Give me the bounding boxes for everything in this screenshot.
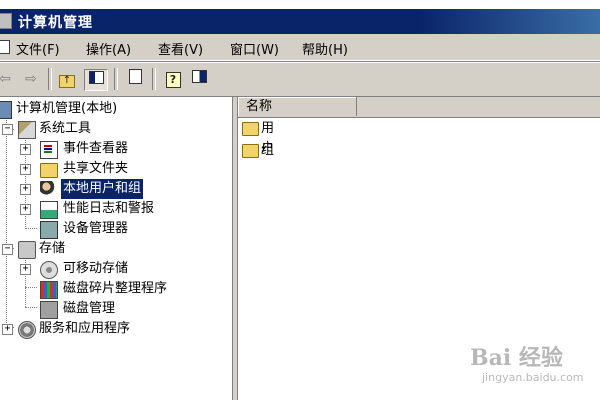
collapse-icon[interactable]: − (2, 124, 13, 135)
services-icon (18, 321, 36, 339)
tree-line (6, 109, 7, 327)
tree-line (25, 228, 37, 229)
shared-folder-icon (40, 163, 58, 178)
performance-icon (40, 201, 58, 219)
users-icon (40, 181, 56, 197)
title-bar: 计算机管理 (0, 0, 600, 34)
list-header: 名称 (238, 97, 600, 118)
tree-node-label: 共享文件夹 (63, 161, 129, 176)
folder-icon (242, 122, 259, 136)
system-menu-icon[interactable] (0, 40, 10, 54)
column-header-name[interactable]: 名称 (238, 97, 357, 116)
app-icon (0, 13, 12, 29)
tree-node-label: 本地用户和组 (61, 179, 144, 199)
window-title: 计算机管理 (18, 15, 93, 31)
menu-help[interactable]: 帮助(H) (302, 39, 348, 58)
tree-node-label: 服务和应用程序 (39, 321, 131, 336)
tree-node-label: 计算机管理(本地) (16, 101, 118, 116)
expand-icon[interactable]: + (20, 264, 31, 275)
toolbar: ⇦ ⇨ ↑ ? (0, 61, 600, 97)
toolbar-separator (48, 68, 52, 90)
tree-line (25, 287, 37, 288)
menu-file[interactable]: 文件(F) (16, 39, 60, 58)
expand-icon[interactable]: + (2, 324, 13, 335)
computer-icon (0, 101, 12, 119)
menu-action[interactable]: 操作(A) (86, 39, 131, 58)
menu-view[interactable]: 查看(V) (158, 39, 203, 58)
defrag-icon (40, 281, 58, 299)
tree-node-label: 性能日志和警报 (63, 201, 155, 216)
baidu-watermark: Bai 经验 (470, 345, 563, 371)
help-icon[interactable]: ? (162, 69, 184, 89)
properties-icon[interactable] (124, 69, 146, 89)
tree-node-label: 事件查看器 (63, 141, 129, 156)
collapse-icon[interactable]: − (2, 244, 13, 255)
expand-icon[interactable]: + (20, 144, 31, 155)
folder-icon (242, 144, 259, 158)
tree-node-label: 存储 (39, 241, 66, 256)
tree-line (25, 307, 37, 308)
up-icon[interactable]: ↑ (56, 69, 78, 89)
event-viewer-icon (40, 141, 58, 159)
removable-storage-icon (40, 261, 58, 279)
tree-node-label: 设备管理器 (63, 221, 129, 236)
tree-node-label: 磁盘碎片整理程序 (63, 281, 168, 296)
show-tree-icon[interactable] (84, 69, 108, 91)
panel-icon[interactable] (188, 69, 210, 89)
tree-node-label: 磁盘管理 (63, 301, 116, 316)
disk-management-icon (40, 301, 58, 319)
expand-icon[interactable]: + (20, 164, 31, 175)
tree-node-label: 可移动存储 (63, 261, 129, 276)
expand-icon[interactable]: + (20, 204, 31, 215)
menu-window[interactable]: 窗口(W) (230, 39, 279, 58)
toolbar-separator (152, 68, 156, 90)
system-tools-icon (18, 121, 36, 139)
storage-icon (18, 241, 36, 259)
tree-node-label: 系统工具 (39, 121, 92, 136)
forward-icon[interactable]: ⇨ (20, 69, 42, 89)
console-tree: 计算机管理(本地) − 系统工具 + 事件查看器 + 共享文件夹 + 本地用户和… (0, 97, 233, 400)
device-manager-icon (40, 221, 58, 239)
menu-bar: 文件(F) 操作(A) 查看(V) 窗口(W) 帮助(H) (0, 34, 600, 61)
toolbar-separator (114, 68, 118, 90)
back-icon[interactable]: ⇦ (0, 69, 16, 89)
list-item-label: 组 (261, 143, 275, 158)
expand-icon[interactable]: + (20, 184, 31, 195)
watermark-url: jingyan.baidu.com (482, 371, 584, 384)
